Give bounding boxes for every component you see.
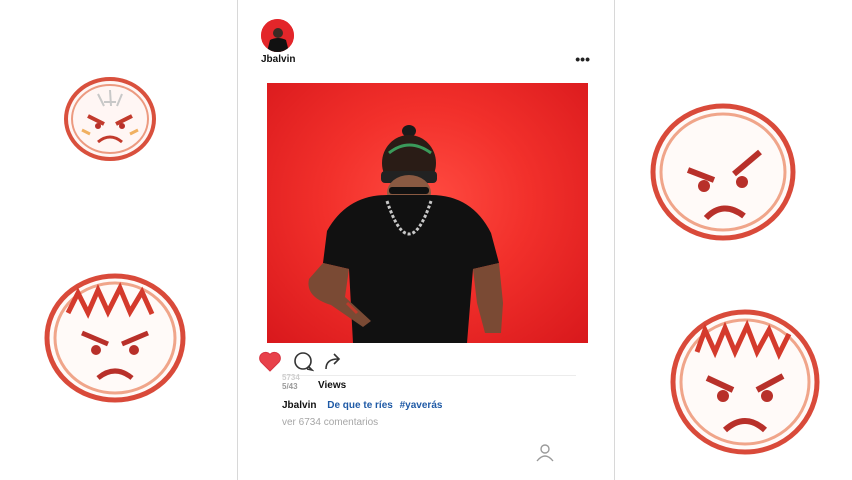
post-caption: Jbalvin De que te ríes #yaverás	[282, 400, 442, 411]
heart-icon[interactable]	[258, 350, 282, 377]
more-options-icon[interactable]: •••	[575, 52, 590, 66]
views-count-value: 5/43	[282, 382, 298, 391]
divider	[282, 375, 576, 376]
views-count: 5734 5/43	[282, 373, 316, 397]
post-photo[interactable]	[267, 83, 588, 343]
share-icon[interactable]	[322, 350, 344, 377]
angry-face-doodle-bottom-left	[44, 273, 186, 403]
views-count-ghost: 5734	[282, 373, 300, 382]
post-card: Jbalvin ••• 5734 5/43 Views Jbalvin De q…	[237, 0, 615, 480]
view-comments-link[interactable]: ver 6734 comentarios	[282, 417, 378, 428]
avatar-image	[261, 19, 294, 52]
caption-hashtag[interactable]: #yaverás	[400, 400, 443, 411]
user-profile-icon[interactable]	[535, 442, 555, 467]
angry-face-doodle-top-right	[650, 103, 796, 241]
caption-username[interactable]: Jbalvin	[282, 400, 316, 411]
avatar[interactable]	[261, 19, 294, 52]
caption-text: De que te ríes	[327, 400, 393, 411]
post-username[interactable]: Jbalvin	[261, 54, 295, 65]
angry-face-doodle-top-left	[64, 77, 156, 161]
angry-face-doodle-bottom-right	[670, 309, 820, 455]
post-actions-bar	[258, 350, 598, 374]
views-label: Views	[318, 380, 347, 391]
post-photo-illustration	[308, 125, 503, 343]
